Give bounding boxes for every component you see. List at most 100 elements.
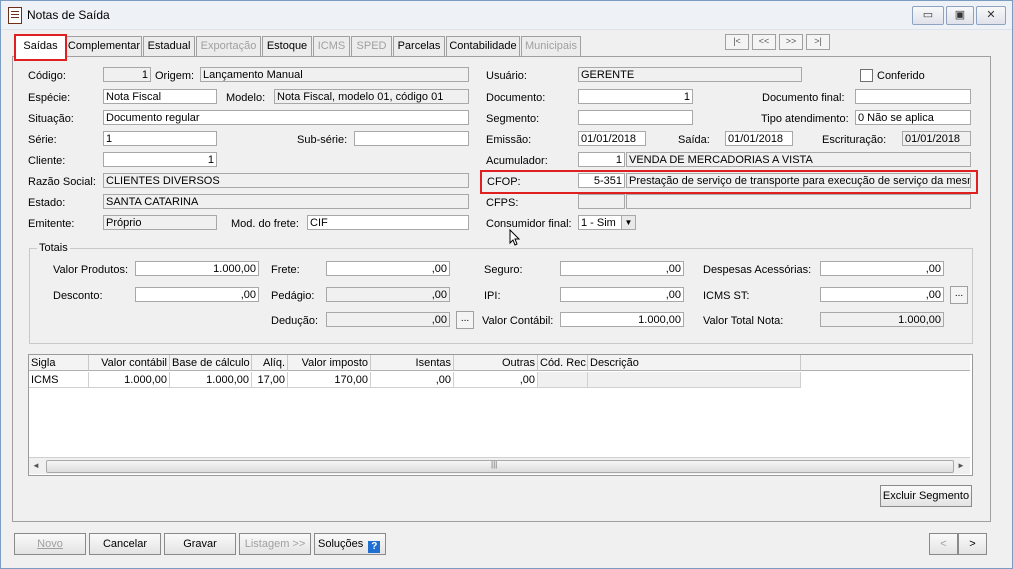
icms-st-more-button[interactable]: ... [950, 286, 968, 304]
horizontal-scrollbar[interactable]: ◄ ||| ► [29, 457, 970, 474]
valor-produtos-field[interactable]: 1.000,00 [135, 261, 259, 276]
emitente-label: Emitente: [28, 218, 75, 230]
saida-label: Saída: [678, 134, 710, 146]
cfps-field[interactable] [578, 194, 625, 209]
tab-estadual[interactable]: Estadual [143, 36, 195, 57]
modelo-field[interactable]: Nota Fiscal, modelo 01, código 01 [274, 89, 469, 104]
listagem-button[interactable]: Listagem >> [239, 533, 311, 555]
help-icon: ? [368, 541, 381, 553]
acumulador-label: Acumulador: [486, 155, 548, 167]
grid-header-sigla[interactable]: Sigla [29, 355, 89, 371]
scrollbar-thumb[interactable]: ||| [46, 460, 954, 473]
escrituracao-field[interactable]: 01/01/2018 [902, 131, 971, 146]
grid-cell-sigla: ICMS [29, 372, 89, 388]
valor-contabil-field[interactable]: 1.000,00 [560, 312, 684, 327]
cliente-field[interactable]: 1 [103, 152, 217, 167]
scroll-right-icon[interactable]: ► [957, 461, 965, 470]
tab-parcelas[interactable]: Parcelas [393, 36, 445, 57]
valor-contabil-label: Valor Contábil: [482, 315, 554, 327]
restore-button[interactable]: ▣ [946, 6, 974, 25]
totais-title: Totais [37, 242, 70, 254]
origem-field[interactable]: Lançamento Manual [200, 67, 469, 82]
serie-field[interactable]: 1 [103, 131, 217, 146]
gravar-button[interactable]: Gravar [164, 533, 236, 555]
saida-field[interactable]: 01/01/2018 [725, 131, 793, 146]
ipi-field[interactable]: ,00 [560, 287, 684, 302]
emitente-field[interactable]: Próprio [103, 215, 217, 230]
next-record-button[interactable]: >> [779, 34, 803, 50]
consumidor-select[interactable]: 1 - Sim [578, 215, 622, 230]
solucoes-button[interactable]: Soluções ? [314, 533, 386, 555]
despesas-field[interactable]: ,00 [820, 261, 944, 276]
codigo-label: Código: [28, 70, 66, 82]
estado-label: Estado: [28, 197, 66, 209]
grid-header-descricao[interactable]: Descrição [588, 355, 801, 371]
deducao-more-button[interactable]: ... [456, 311, 474, 329]
emissao-field[interactable]: 01/01/2018 [578, 131, 646, 146]
prev-record-button[interactable]: << [752, 34, 776, 50]
grid-header-valor-imposto[interactable]: Valor imposto [288, 355, 371, 371]
cancelar-button[interactable]: Cancelar [89, 533, 161, 555]
seguro-field[interactable]: ,00 [560, 261, 684, 276]
scroll-left-icon[interactable]: ◄ [32, 461, 40, 470]
segmento-field[interactable] [578, 110, 693, 125]
tipoatend-field[interactable]: 0 Não se aplica [855, 110, 971, 125]
grid-cell-valor-contabil: 1.000,00 [89, 372, 170, 388]
origem-label: Origem: [155, 70, 195, 82]
especie-field[interactable]: Nota Fiscal [103, 89, 217, 104]
novo-button[interactable]: Novo [14, 533, 86, 555]
grid-header-cod-rec[interactable]: Cód. Rec. [538, 355, 588, 371]
tab-saidas[interactable]: Saídas [14, 34, 67, 61]
frete-field[interactable]: CIF [307, 215, 469, 230]
prev-page-button[interactable]: < [929, 533, 958, 555]
pedagio-field[interactable]: ,00 [326, 287, 450, 302]
docfinal-label: Documento final: [762, 92, 845, 104]
grid-header-valor-contabil[interactable]: Valor contábil [89, 355, 170, 371]
frete-total-field[interactable]: ,00 [326, 261, 450, 276]
cfop-field[interactable]: 5-351 [578, 173, 625, 188]
tab-icms: ICMS [313, 36, 350, 57]
icms-st-field[interactable]: ,00 [820, 287, 944, 302]
documento-label: Documento: [486, 92, 546, 104]
tab-contabilidade[interactable]: Contabilidade [446, 36, 520, 57]
scrollbar-grip: ||| [491, 460, 498, 469]
next-page-button[interactable]: > [958, 533, 987, 555]
situacao-field[interactable]: Documento regular [103, 110, 469, 125]
usuario-field[interactable]: GERENTE [578, 67, 802, 82]
last-record-button[interactable]: >| [806, 34, 830, 50]
chevron-down-icon[interactable]: ▼ [621, 215, 636, 230]
docfinal-field[interactable] [855, 89, 971, 104]
situacao-label: Situação: [28, 113, 74, 125]
segmento-label: Segmento: [486, 113, 540, 125]
escrituracao-label: Escrituração: [822, 134, 887, 146]
solucoes-label: Soluções [318, 538, 364, 550]
deducao-field[interactable]: ,00 [326, 312, 450, 327]
document-icon [8, 7, 22, 24]
tab-estoque[interactable]: Estoque [262, 36, 312, 57]
grid-cell-base-calculo: 1.000,00 [170, 372, 252, 388]
subserie-field[interactable] [354, 131, 469, 146]
excluir-segmento-button[interactable]: Excluir Segmento [880, 485, 972, 507]
close-button[interactable]: ✕ [976, 6, 1006, 25]
cliente-label: Cliente: [28, 155, 66, 167]
grid-cell-aliquota: 17,00 [252, 372, 288, 388]
razao-field[interactable]: CLIENTES DIVERSOS [103, 173, 469, 188]
first-record-button[interactable]: |< [725, 34, 749, 50]
grid-header-isentas[interactable]: Isentas [371, 355, 454, 371]
icms-st-label: ICMS ST: [703, 290, 750, 302]
valor-total-field[interactable]: 1.000,00 [820, 312, 944, 327]
grid-header-aliquota[interactable]: Alíq. [252, 355, 288, 371]
acumulador-field[interactable]: 1 [578, 152, 625, 167]
cfop-desc-field: Prestação de serviço de transporte para … [626, 173, 971, 188]
grid-header-outras[interactable]: Outras [454, 355, 538, 371]
documento-field[interactable]: 1 [578, 89, 693, 104]
minimize-button[interactable]: ▭ [912, 6, 944, 25]
frete-label: Mod. do frete: [231, 218, 299, 230]
grid-header-base-calculo[interactable]: Base de cálculo [170, 355, 252, 371]
tab-complementar[interactable]: Complementar [66, 36, 142, 57]
codigo-field[interactable]: 1 [103, 67, 151, 82]
estado-field[interactable]: SANTA CATARINA [103, 194, 469, 209]
desconto-field[interactable]: ,00 [135, 287, 259, 302]
ipi-label: IPI: [484, 290, 501, 302]
conferido-checkbox[interactable] [860, 69, 873, 82]
